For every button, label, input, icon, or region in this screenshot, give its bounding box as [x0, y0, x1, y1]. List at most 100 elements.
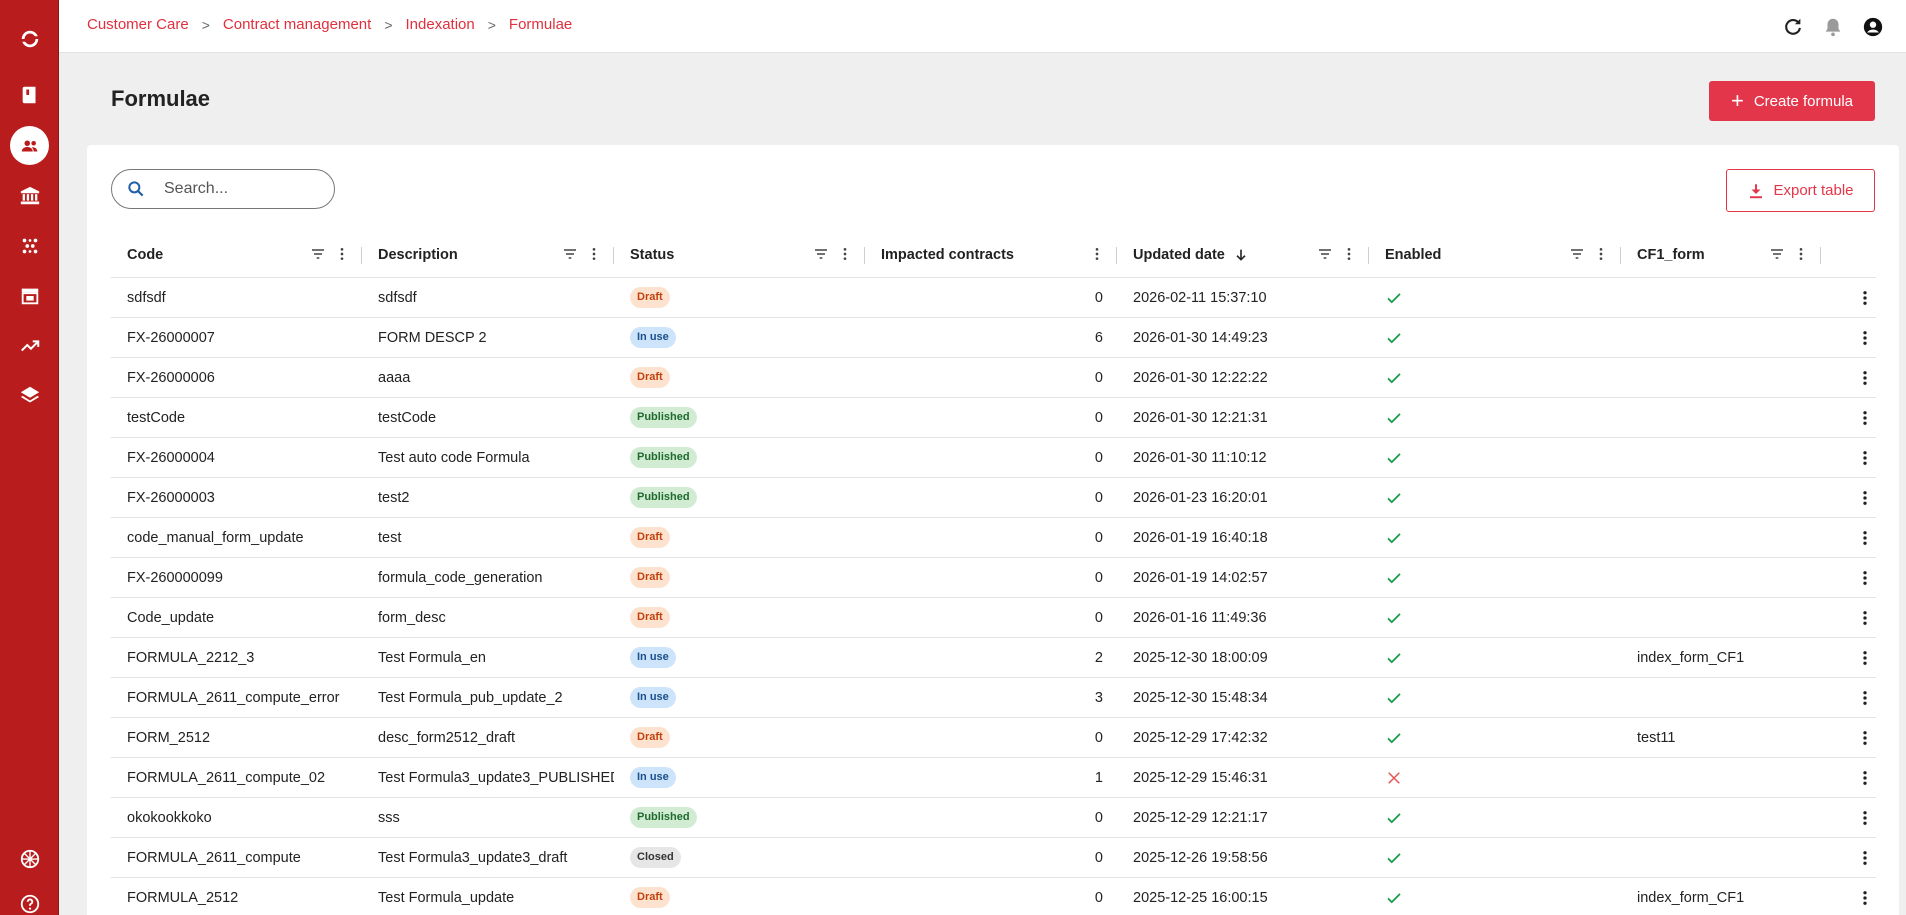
row-more-vert-icon[interactable]: [1855, 408, 1875, 428]
book-icon[interactable]: [10, 75, 49, 114]
refresh-icon[interactable]: [1780, 14, 1806, 40]
row-more-vert-icon[interactable]: [1855, 888, 1875, 908]
layers-icon[interactable]: [10, 375, 49, 414]
cell-description: test: [378, 529, 402, 546]
filter-icon[interactable]: [1317, 246, 1333, 262]
row-more-vert-icon[interactable]: [1855, 448, 1875, 468]
row-more-vert-icon[interactable]: [1855, 288, 1875, 308]
bell-icon[interactable]: [1820, 14, 1846, 40]
table-row[interactable]: FORMULA_2611_compute Test Formula3_update…: [111, 838, 1876, 878]
grid-dots-icon[interactable]: [10, 226, 49, 265]
row-more-vert-icon[interactable]: [1855, 848, 1875, 868]
more-vert-icon[interactable]: [1593, 246, 1609, 262]
table-row[interactable]: okokookkoko sss Published 0 2025-12-29 12:21…: [111, 798, 1876, 838]
logo-icon[interactable]: [10, 19, 49, 58]
cell-status: In use: [614, 318, 865, 358]
status-badge: Draft: [630, 886, 670, 909]
table-row[interactable]: FX-26000004 Test auto code Formula Publish…: [111, 438, 1876, 478]
bank-icon[interactable]: [10, 176, 49, 215]
formulae-card: Export table Code Description Status Imp…: [87, 145, 1899, 915]
table-row[interactable]: Code_update form_desc Draft 0 2026-01-16 11:…: [111, 598, 1876, 638]
cell-description: Test Formula3_update3_PUBLISHED: [378, 769, 614, 786]
cell-actions: [1821, 278, 1876, 318]
cell-enabled: [1369, 478, 1621, 518]
table-row[interactable]: FX-26000003 test2 Published 0 2026-01-23 16:…: [111, 478, 1876, 518]
row-more-vert-icon[interactable]: [1855, 688, 1875, 708]
breadcrumb-item-customer-care[interactable]: Customer Care: [87, 16, 189, 33]
status-badge: Draft: [630, 566, 670, 589]
breadcrumb-item-contract-management[interactable]: Contract management: [223, 16, 371, 33]
row-more-vert-icon[interactable]: [1855, 568, 1875, 588]
formulae-table: Code Description Status Impacted contrac…: [111, 233, 1876, 915]
more-vert-icon[interactable]: [334, 246, 350, 262]
check-icon: [1385, 649, 1403, 667]
users-icon[interactable]: [10, 126, 49, 165]
table-row[interactable]: FORM_2512 desc_form2512_draft Draft 0 2025-1…: [111, 718, 1876, 758]
trend-icon[interactable]: [10, 326, 49, 365]
cell-code: code_manual_form_update: [127, 529, 304, 546]
status-badge: Draft: [630, 286, 670, 309]
more-vert-icon[interactable]: [1793, 246, 1809, 262]
table-row[interactable]: FORMULA_2611_compute_02 Test Formula3_upd…: [111, 758, 1876, 798]
row-more-vert-icon[interactable]: [1855, 808, 1875, 828]
filter-icon[interactable]: [1569, 246, 1585, 262]
status-badge: Published: [630, 806, 697, 829]
store-icon[interactable]: [10, 276, 49, 315]
breadcrumb-item-indexation[interactable]: Indexation: [406, 16, 475, 33]
create-formula-button[interactable]: + Create formula: [1709, 81, 1875, 121]
row-more-vert-icon[interactable]: [1855, 768, 1875, 788]
more-vert-icon[interactable]: [1341, 246, 1357, 262]
filter-icon[interactable]: [562, 246, 578, 262]
row-more-vert-icon[interactable]: [1855, 488, 1875, 508]
cell-status: Published: [614, 398, 865, 438]
breadcrumb-item-formulae[interactable]: Formulae: [509, 16, 572, 33]
table-row[interactable]: FX-260000099 formula_code_generation Draft…: [111, 558, 1876, 598]
column-header-cf1-form[interactable]: CF1_form: [1621, 233, 1821, 278]
row-more-vert-icon[interactable]: [1855, 368, 1875, 388]
column-header-description[interactable]: Description: [362, 233, 614, 278]
cell-code: FORMULA_2212_3: [127, 649, 255, 666]
create-formula-label: Create formula: [1753, 92, 1854, 110]
table-row[interactable]: sdfsdf sdfsdf Draft 0 2026-02-11 15:37:10: [111, 278, 1876, 318]
cell-impacted-contracts: 3: [1094, 689, 1103, 706]
row-more-vert-icon[interactable]: [1855, 728, 1875, 748]
cell-description: test2: [378, 489, 410, 506]
language-icon[interactable]: [10, 839, 49, 878]
table-row[interactable]: FORMULA_2212_3 Test Formula_en In use 2 2025…: [111, 638, 1876, 678]
row-more-vert-icon[interactable]: [1855, 608, 1875, 628]
table-row[interactable]: code_manual_form_update test Draft 0 2026-01…: [111, 518, 1876, 558]
column-header-enabled[interactable]: Enabled: [1369, 233, 1621, 278]
column-header-updated-date[interactable]: Updated date: [1117, 233, 1369, 278]
help-icon[interactable]: [10, 884, 49, 915]
row-more-vert-icon[interactable]: [1855, 328, 1875, 348]
table-row[interactable]: FORMULA_2512 Test Formula_update Draft 0 202…: [111, 878, 1876, 915]
cell-description: Test Formula_en: [378, 649, 486, 666]
column-header-code[interactable]: Code: [111, 233, 362, 278]
more-vert-icon[interactable]: [586, 246, 602, 262]
search-box[interactable]: [111, 169, 335, 209]
column-header-impacted-contracts[interactable]: Impacted contracts: [865, 233, 1117, 278]
search-input[interactable]: [164, 180, 314, 198]
table-row[interactable]: FX-26000006 aaaa Draft 0 2026-01-30 12:22:22: [111, 358, 1876, 398]
export-table-button[interactable]: Export table: [1726, 169, 1875, 212]
cell-code: FORMULA_2611_compute_error: [127, 689, 340, 706]
check-icon: [1385, 409, 1403, 427]
page-title: Formulae: [111, 86, 211, 111]
row-more-vert-icon[interactable]: [1855, 528, 1875, 548]
sort-descending-icon[interactable]: [1233, 247, 1249, 263]
column-header-status[interactable]: Status: [614, 233, 865, 278]
filter-icon[interactable]: [1769, 246, 1785, 262]
more-vert-icon[interactable]: [1089, 246, 1105, 262]
cell-impacted-contracts: 0: [1094, 529, 1103, 546]
more-vert-icon[interactable]: [837, 246, 853, 262]
filter-icon[interactable]: [813, 246, 829, 262]
row-more-vert-icon[interactable]: [1855, 648, 1875, 668]
filter-icon[interactable]: [310, 246, 326, 262]
cell-actions: [1821, 438, 1876, 478]
status-badge: Published: [630, 446, 697, 469]
table-row[interactable]: FORMULA_2611_compute_error Test Formula_p…: [111, 678, 1876, 718]
account-icon[interactable]: [1860, 14, 1886, 40]
table-row[interactable]: FX-26000007 FORM DESCP 2 In use 6 2026-01-30…: [111, 318, 1876, 358]
table-row[interactable]: testCode testCode Published 0 2026-01-30 12:…: [111, 398, 1876, 438]
cell-status: Draft: [614, 518, 865, 558]
